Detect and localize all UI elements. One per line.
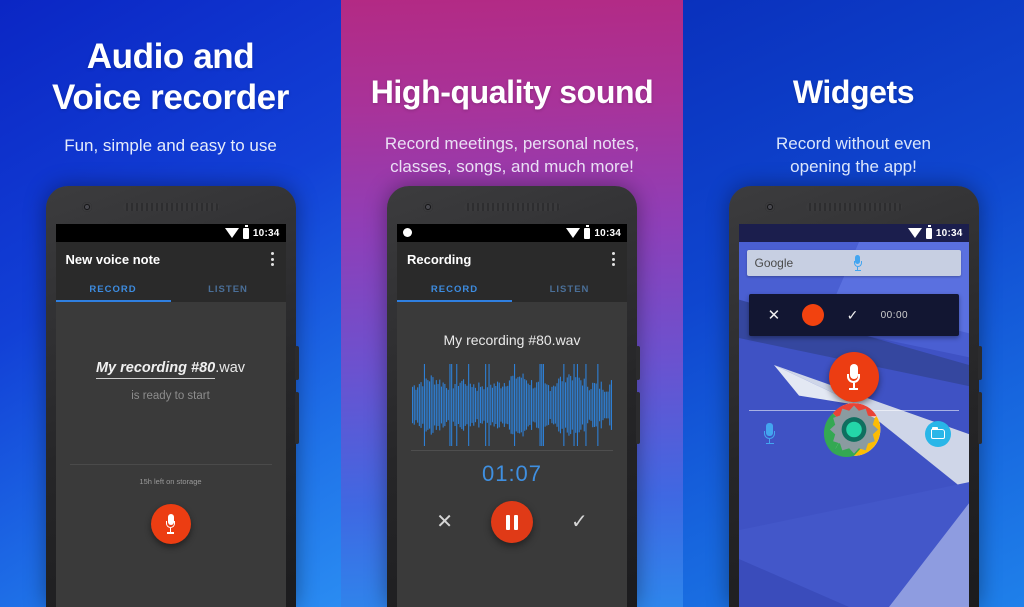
- panel-1-copy: Audio and Voice recorder Fun, simple and…: [0, 0, 341, 157]
- panel-3-copy: Widgets Record without even opening the …: [683, 0, 1024, 178]
- earpiece-speaker: [464, 203, 560, 211]
- status-bar: 10:34: [397, 224, 627, 242]
- filename-input[interactable]: My recording #80: [95, 360, 216, 379]
- checkmark-icon[interactable]: ✓: [571, 512, 588, 532]
- filename-label: My recording #80.wav: [443, 332, 581, 348]
- app-bar: New voice note: [55, 242, 286, 276]
- panel-2-subline-line1: Record meetings, personal notes,: [384, 134, 640, 153]
- power-button: [294, 346, 299, 380]
- home-dock: [739, 402, 969, 457]
- tab-record[interactable]: RECORD: [397, 276, 512, 302]
- phone-2-screen: 10:34 Recording RECORD LISTEN My recordi…: [397, 224, 627, 607]
- earpiece-speaker: [805, 203, 902, 211]
- phone-3-screen: 10:34 Google ✕ ✓ 00:00: [738, 224, 969, 607]
- panel-1-headline-line1: Audio and: [86, 37, 255, 76]
- tab-bar: RECORD LISTEN: [397, 276, 627, 302]
- storage-text: 15h left on storage: [139, 477, 202, 486]
- panel-3-subline-line2: opening the app!: [790, 157, 917, 176]
- home-screen-wallpaper: Google ✕ ✓ 00:00: [738, 242, 969, 607]
- record-screen-content: My recording #80.wav is ready to start 1…: [55, 302, 286, 607]
- kebab-menu-icon[interactable]: [269, 248, 276, 270]
- close-x-icon[interactable]: ✕: [768, 306, 781, 324]
- microphone-icon[interactable]: [930, 305, 939, 325]
- front-camera-icon: [81, 202, 92, 212]
- volume-button: [636, 392, 640, 444]
- panel-2-subline: Record meetings, personal notes, classes…: [341, 112, 683, 178]
- record-button[interactable]: [150, 504, 191, 544]
- waveform-svg: [412, 364, 612, 446]
- dock-item-settings[interactable]: [829, 405, 909, 454]
- panel-1-headline-line2: Voice recorder: [52, 78, 289, 117]
- microphone-icon: [847, 363, 860, 391]
- panel-1-headline: Audio and Voice recorder: [0, 30, 341, 118]
- waveform-visualizer: [397, 348, 627, 446]
- pause-button[interactable]: [491, 501, 533, 543]
- recording-dot-icon: [403, 228, 412, 237]
- record-dot-icon[interactable]: [802, 304, 825, 326]
- tab-listen[interactable]: LISTEN: [171, 276, 286, 302]
- filename-extension: .wav: [215, 360, 246, 376]
- volume-button: [977, 392, 982, 444]
- earpiece-speaker: [122, 203, 219, 211]
- panel-widgets: Widgets Record without even opening the …: [683, 0, 1024, 607]
- recorder-widget[interactable]: ✕ ✓ 00:00: [748, 294, 959, 336]
- pause-icon: [514, 514, 518, 530]
- panel-3-subline-line1: Record without even: [776, 134, 931, 153]
- app-bar: Recording: [397, 242, 627, 276]
- checkmark-icon[interactable]: ✓: [847, 307, 859, 324]
- status-bar-clock: 10:34: [252, 227, 280, 239]
- power-button: [636, 346, 640, 380]
- status-bar-clock: 10:34: [594, 227, 621, 239]
- panel-audio-voice-recorder: Audio and Voice recorder Fun, simple and…: [0, 0, 341, 607]
- recording-controls: ✕ ✓: [397, 487, 627, 543]
- google-search-label: Google: [754, 256, 794, 270]
- close-x-icon[interactable]: ✕: [436, 512, 453, 532]
- app-bar-title: Recording: [407, 251, 472, 267]
- record-status-text: is ready to start: [131, 390, 210, 402]
- phone-1-screen: 10:34 New voice note RECORD LISTEN My re…: [55, 224, 286, 607]
- kebab-menu-icon[interactable]: [610, 248, 617, 270]
- battery-icon: [925, 225, 932, 239]
- google-search-widget[interactable]: Google: [746, 250, 961, 276]
- status-bar: 10:34: [55, 224, 286, 242]
- panel-1-subline: Fun, simple and easy to use: [64, 136, 277, 155]
- status-bar-clock: 10:34: [935, 227, 963, 239]
- battery-icon: [242, 225, 249, 239]
- wifi-icon: [907, 228, 922, 238]
- widget-timer: 00:00: [880, 309, 909, 321]
- app-bar-title: New voice note: [65, 251, 161, 267]
- status-bar: 10:34: [738, 224, 969, 242]
- panel-3-subline: Record without even opening the app!: [683, 112, 1024, 178]
- pause-icon: [506, 514, 510, 530]
- tab-listen[interactable]: LISTEN: [512, 276, 627, 302]
- wifi-icon: [566, 228, 581, 238]
- front-camera-icon: [764, 202, 775, 212]
- phone-mockup-2: 10:34 Recording RECORD LISTEN My recordi…: [387, 186, 640, 607]
- power-button: [977, 346, 982, 380]
- wifi-icon: [224, 228, 239, 238]
- record-shortcut-button[interactable]: [828, 352, 879, 402]
- phone-mockup-1: 10:34 New voice note RECORD LISTEN My re…: [45, 186, 299, 607]
- volume-button: [294, 392, 299, 444]
- panel-high-quality-sound: High-quality sound Record meetings, pers…: [341, 0, 683, 607]
- battery-icon: [584, 225, 591, 239]
- panel-3-headline: Widgets: [792, 74, 915, 110]
- panel-2-headline: High-quality sound: [370, 74, 654, 110]
- front-camera-icon: [423, 202, 433, 212]
- panel-2-copy: High-quality sound Record meetings, pers…: [341, 0, 683, 178]
- tab-record[interactable]: RECORD: [56, 276, 171, 302]
- panel-2-subline-line2: classes, songs, and much more!: [390, 157, 634, 176]
- phone-mockup-3: 10:34 Google ✕ ✓ 00:00: [728, 186, 982, 607]
- microphone-icon: [166, 514, 175, 534]
- filename-row: My recording #80.wav: [56, 302, 286, 379]
- tab-bar: RECORD LISTEN: [55, 276, 286, 302]
- recording-timer: 01:07: [481, 461, 543, 486]
- recording-screen-content: My recording #80.wav 01:07 ✕ ✓: [397, 302, 627, 607]
- microphone-icon[interactable]: [853, 254, 953, 272]
- promo-banner: Audio and Voice recorder Fun, simple and…: [0, 0, 1024, 607]
